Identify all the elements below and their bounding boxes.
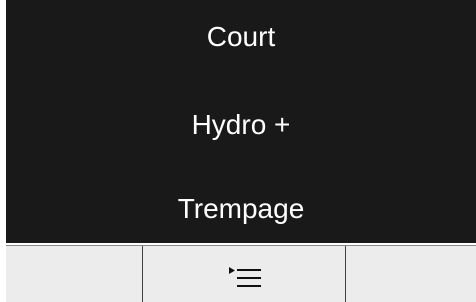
display-screen: Court Hydro + Trempage: [6, 0, 476, 243]
option-hydro-plus[interactable]: Hydro +: [6, 109, 476, 141]
menu-button[interactable]: [142, 246, 346, 302]
option-court[interactable]: Court: [6, 21, 476, 53]
menu-list-icon: [229, 267, 261, 287]
softkey-bar: [6, 245, 476, 302]
option-trempage[interactable]: Trempage: [6, 193, 476, 225]
softkey-right[interactable]: [346, 246, 476, 302]
softkey-left[interactable]: [6, 246, 142, 302]
